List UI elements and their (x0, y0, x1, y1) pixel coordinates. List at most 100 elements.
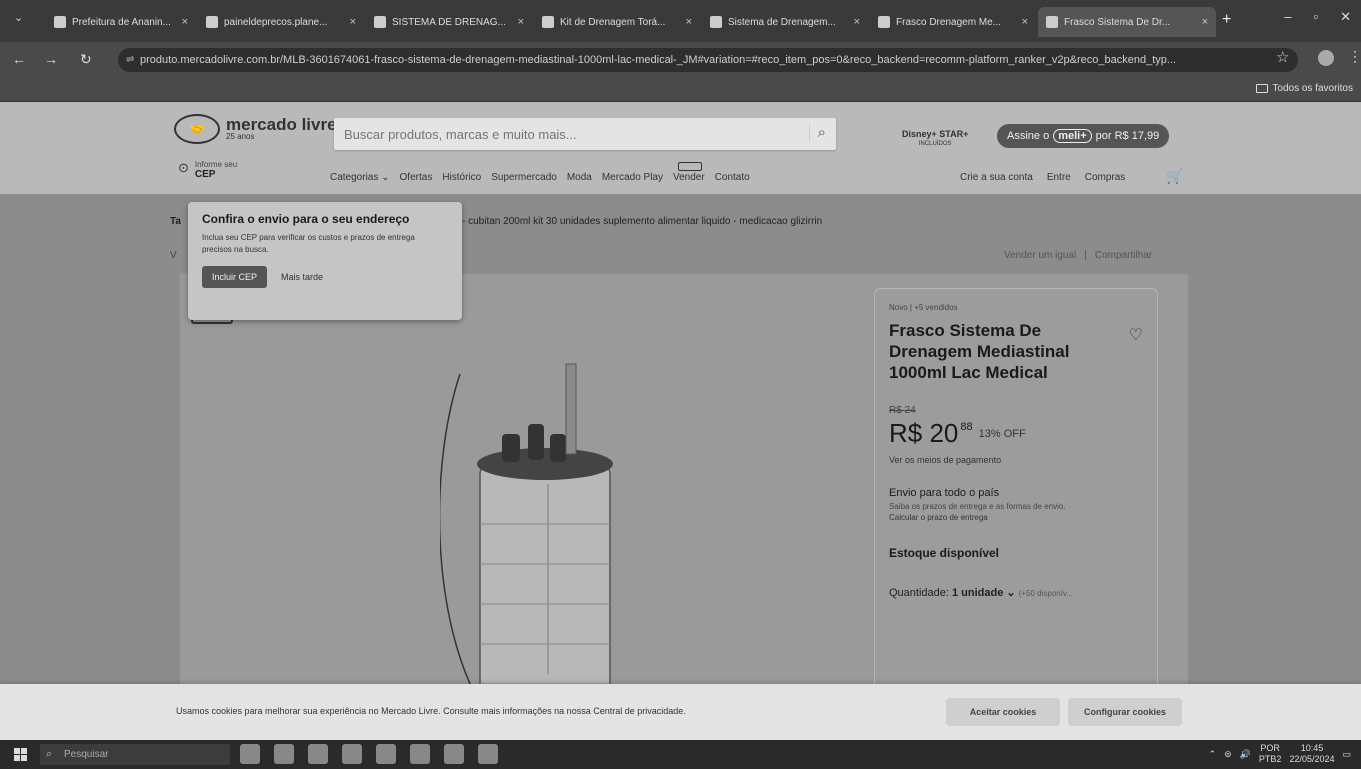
file-explorer-icon[interactable] (274, 744, 294, 764)
minimize-icon[interactable]: – (1284, 9, 1291, 25)
search-icon[interactable]: ⌕ (808, 124, 826, 141)
disney-star-promo[interactable]: Disney+ STAR+ INCLUÍDOS (902, 129, 968, 149)
tab-favicon-icon (878, 16, 890, 28)
menu-mercado-play[interactable]: Mercado Play (602, 172, 663, 183)
later-button[interactable]: Mais tarde (281, 272, 323, 282)
browser-menu-icon[interactable]: ⋮ (1348, 48, 1361, 65)
close-icon[interactable]: × (518, 16, 524, 28)
tab-paineldeprecos[interactable]: paineldeprecos.plane... × (198, 7, 364, 37)
calc-shipping-link[interactable]: Calcular o prazo de entrega (889, 513, 1143, 522)
tab-favicon-icon (206, 16, 218, 28)
ml-header: 🤝 mercado livre 25 anos ⌕ Disney+ STAR+ … (0, 102, 1361, 194)
handshake-icon: 🤝 (174, 114, 220, 144)
menu-moda[interactable]: Moda (567, 172, 592, 183)
menu-ofertas[interactable]: Ofertas (400, 172, 433, 183)
word-icon[interactable] (444, 744, 464, 764)
network-icon[interactable]: ⊜ (1224, 749, 1232, 760)
menu-historico[interactable]: Histórico (442, 172, 481, 183)
menu-vender[interactable]: Vender (673, 172, 705, 183)
bookmark-star-icon[interactable]: ☆ (1276, 48, 1289, 66)
windows-start-icon[interactable] (14, 748, 27, 761)
payment-methods-link[interactable]: Ver os meios de pagamento (889, 455, 1143, 465)
close-icon[interactable]: × (1022, 16, 1028, 28)
new-tab-icon[interactable]: + (1222, 11, 1231, 29)
reload-icon[interactable]: ↻ (80, 51, 92, 68)
menu-supermercado[interactable]: Supermercado (491, 172, 557, 183)
search-input[interactable] (334, 118, 794, 150)
back-icon[interactable]: ← (12, 51, 26, 67)
login-link[interactable]: Entre (1047, 172, 1071, 183)
calculator-icon[interactable] (410, 744, 430, 764)
shipping-info: Saiba os prazos de entrega e as formas d… (889, 502, 1066, 511)
cart-icon[interactable]: 🛒 (1166, 168, 1183, 185)
price-row: R$ 20 88 13% OFF (889, 418, 1143, 449)
window-controls: – ▫ ✕ (1284, 9, 1351, 25)
close-icon[interactable]: × (1202, 16, 1208, 28)
main-menu: Categorias ⌄ Ofertas Histórico Supermerc… (330, 172, 750, 183)
bookmarks-bar: Todos os favoritos (0, 78, 1361, 102)
tab-sistema-de-drenagem[interactable]: Sistema de Drenagem... × (702, 7, 868, 37)
tab-search-icon[interactable]: ⌄ (14, 11, 23, 24)
close-icon[interactable]: × (350, 16, 356, 28)
related-prefix: Ta (170, 216, 181, 227)
close-icon[interactable]: × (854, 16, 860, 28)
page-content: 🤝 mercado livre 25 anos ⌕ Disney+ STAR+ … (0, 102, 1361, 714)
quantity-selector[interactable]: Quantidade: 1 unidade ⌄ (+50 disponív... (889, 586, 1143, 599)
ml-logo[interactable]: 🤝 mercado livre 25 anos (174, 114, 337, 144)
all-bookmarks[interactable]: Todos os favoritos (1256, 83, 1353, 94)
folder-icon (1256, 84, 1269, 93)
forward-icon[interactable]: → (44, 51, 58, 67)
old-price: R$ 24 (889, 405, 916, 416)
buy-box: Novo | +5 vendidos Frasco Sistema De Dre… (874, 288, 1158, 712)
location-pin-icon: ⊙ (178, 160, 189, 175)
accept-cookies-button[interactable]: Aceitar cookies (946, 698, 1060, 726)
heart-icon[interactable]: ♡ (1129, 325, 1143, 345)
task-view-icon[interactable] (240, 744, 260, 764)
include-cep-button[interactable]: Incluir CEP (202, 266, 268, 288)
share-link[interactable]: Compartilhar (1095, 250, 1152, 261)
meli-plus-button[interactable]: Assine o meli+ por R$ 17,99 (997, 124, 1170, 148)
menu-categorias[interactable]: Categorias ⌄ (330, 172, 390, 183)
clock[interactable]: 10:45 22/05/2024 (1289, 743, 1334, 765)
cep-location[interactable]: ⊙ Informe seu CEP (178, 160, 237, 180)
language-indicator[interactable]: POR PTB2 (1259, 743, 1282, 765)
menu-contato[interactable]: Contato (715, 172, 750, 183)
tab-favicon-icon (710, 16, 722, 28)
tab-favicon-icon (54, 16, 66, 28)
notifications-icon[interactable]: ▭ (1342, 749, 1351, 760)
volume-icon[interactable]: 🔊 (1240, 749, 1251, 760)
chrome-icon[interactable] (342, 744, 362, 764)
cookie-text: Usamos cookies para melhorar sua experiê… (176, 706, 686, 716)
edge-icon[interactable] (308, 744, 328, 764)
tab-frasco-drenagem[interactable]: Frasco Drenagem Me... × (870, 7, 1036, 37)
back-link-prefix[interactable]: V (170, 250, 177, 261)
product-card: Novo | +5 vendidos Frasco Sistema De Dre… (180, 274, 1188, 714)
product-image[interactable] (440, 314, 640, 714)
excel-icon[interactable] (478, 744, 498, 764)
divider: | (1084, 250, 1087, 261)
spotify-icon[interactable] (376, 744, 396, 764)
tray-chevron-icon[interactable]: ⌃ (1209, 749, 1217, 760)
new-badge (678, 162, 702, 171)
taskbar-search[interactable]: ⌕ Pesquisar (40, 744, 230, 765)
site-info-icon[interactable]: ⇌ (126, 48, 134, 72)
cep-popover: Confira o envio para o seu endereço Incl… (188, 202, 462, 320)
profile-avatar[interactable] (1318, 50, 1334, 66)
sell-similar-link[interactable]: Vender um igual (1004, 250, 1076, 261)
tab-kit-drenagem[interactable]: Kit de Drenagem Torá... × (534, 7, 700, 37)
condition-sold: Novo | +5 vendidos (889, 303, 958, 312)
configure-cookies-button[interactable]: Configurar cookies (1068, 698, 1182, 726)
address-bar[interactable]: ⇌ produto.mercadolivre.com.br/MLB-360167… (118, 48, 1298, 72)
close-icon[interactable]: × (686, 16, 692, 28)
close-icon[interactable]: × (182, 16, 188, 28)
create-account-link[interactable]: Crie a sua conta (960, 172, 1033, 183)
related-searches[interactable]: - cubitan 200ml kit 30 unidades suplemen… (462, 216, 822, 227)
close-window-icon[interactable]: ✕ (1340, 9, 1351, 25)
maximize-icon[interactable]: ▫ (1313, 9, 1318, 25)
purchases-link[interactable]: Compras (1085, 172, 1126, 183)
shipping-title: Envio para todo o país (889, 487, 1000, 499)
tab-prefeitura[interactable]: Prefeitura de Ananin... × (46, 7, 196, 37)
popover-text: Inclua seu CEP para verificar os custos … (202, 233, 415, 254)
tab-frasco-sistema-active[interactable]: Frasco Sistema De Dr... × (1038, 7, 1216, 37)
tab-sistema-drenagem[interactable]: SISTEMA DE DRENAG... × (366, 7, 532, 37)
